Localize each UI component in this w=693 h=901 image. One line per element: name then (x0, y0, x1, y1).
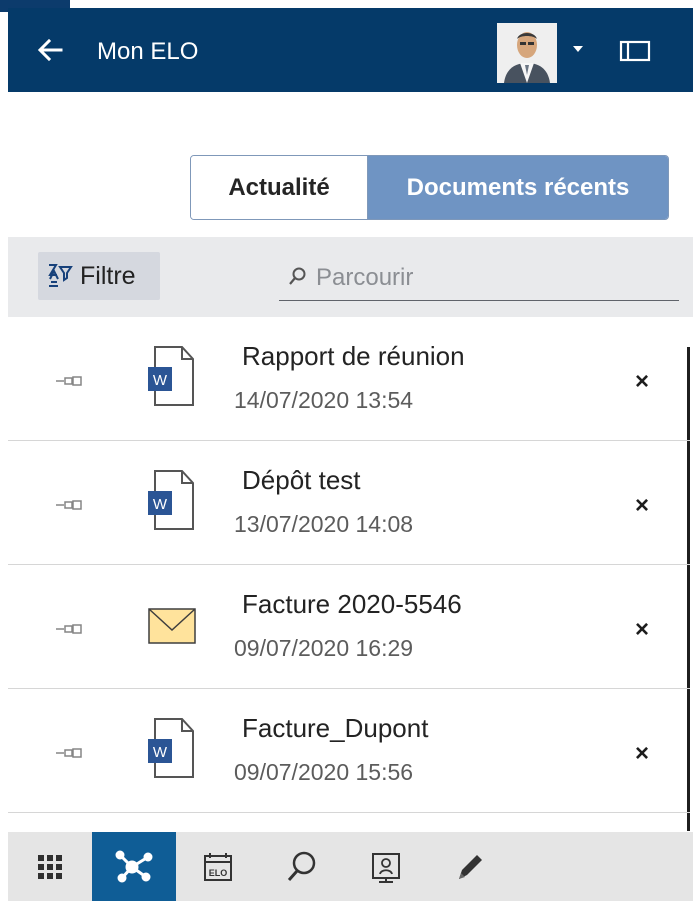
pin-icon[interactable] (56, 497, 86, 513)
document-title: Facture 2020-5546 (242, 589, 462, 619)
network-icon (115, 850, 153, 882)
document-row[interactable]: W Rapport de réunion 14/07/2020 13:54 × (8, 317, 690, 441)
filter-icon (48, 264, 73, 287)
arrow-left-icon[interactable] (36, 36, 64, 64)
document-date: 09/07/2020 15:56 (234, 759, 414, 785)
panel-toggle-icon[interactable] (619, 39, 651, 63)
svg-text:ELO: ELO (209, 868, 228, 878)
document-date: 09/07/2020 16:29 (234, 635, 414, 661)
nav-elo-calendar[interactable]: ELO (176, 832, 260, 901)
document-row[interactable]: W Facture_Dupont 09/07/2020 15:56 × (8, 689, 690, 813)
presentation-user-icon (372, 852, 400, 883)
pin-icon[interactable] (56, 745, 86, 761)
close-icon[interactable]: × (630, 494, 654, 518)
nav-search[interactable] (260, 832, 344, 901)
app-grid-icon (38, 854, 62, 879)
svg-text:W: W (153, 372, 168, 389)
search-icon (287, 851, 316, 881)
search-icon (289, 267, 306, 285)
tab-documents-recents[interactable]: Documents récents (368, 156, 668, 219)
caret-down-icon[interactable] (571, 42, 585, 56)
bottom-navigation: ELO (8, 832, 693, 901)
pencil-icon (459, 854, 482, 879)
document-title: Rapport de réunion (242, 341, 465, 371)
document-row[interactable]: Facture 2020-5546 09/07/2020 16:29 × (8, 565, 690, 689)
document-title: Dépôt test (242, 465, 361, 495)
word-document-icon: W (148, 470, 194, 530)
document-row[interactable]: W Dépôt test 13/07/2020 14:08 × (8, 441, 690, 565)
close-icon[interactable]: × (630, 742, 654, 766)
close-icon[interactable]: × (630, 370, 654, 394)
word-document-icon: W (148, 346, 194, 406)
user-avatar-icon[interactable] (497, 23, 557, 83)
view-tabs: Actualité Documents récents (190, 155, 669, 220)
recent-documents-list: W Rapport de réunion 14/07/2020 13:54 × … (8, 317, 693, 832)
page-title: Mon ELO (97, 38, 199, 65)
filter-button[interactable]: Filtre (38, 252, 160, 300)
filter-label: Filtre (80, 261, 136, 290)
pin-icon[interactable] (56, 621, 86, 637)
filter-toolbar: Filtre (8, 237, 693, 317)
nav-edit[interactable] (428, 832, 512, 901)
tab-actualite[interactable]: Actualité (191, 156, 368, 219)
search-field[interactable] (279, 259, 679, 301)
elo-calendar-icon: ELO (204, 852, 232, 881)
search-input[interactable] (316, 262, 656, 294)
close-icon[interactable]: × (630, 618, 654, 642)
email-icon (148, 608, 196, 644)
nav-network[interactable] (92, 832, 176, 901)
document-date: 13/07/2020 14:08 (234, 511, 414, 537)
document-date: 14/07/2020 13:54 (234, 387, 414, 413)
svg-text:W: W (153, 744, 168, 761)
app-header: Mon ELO (8, 8, 693, 92)
pin-icon[interactable] (56, 373, 86, 389)
svg-text:W: W (153, 496, 168, 513)
nav-apps[interactable] (8, 832, 92, 901)
nav-presentation-user[interactable] (344, 832, 428, 901)
document-title: Facture_Dupont (242, 713, 429, 743)
word-document-icon: W (148, 718, 194, 778)
